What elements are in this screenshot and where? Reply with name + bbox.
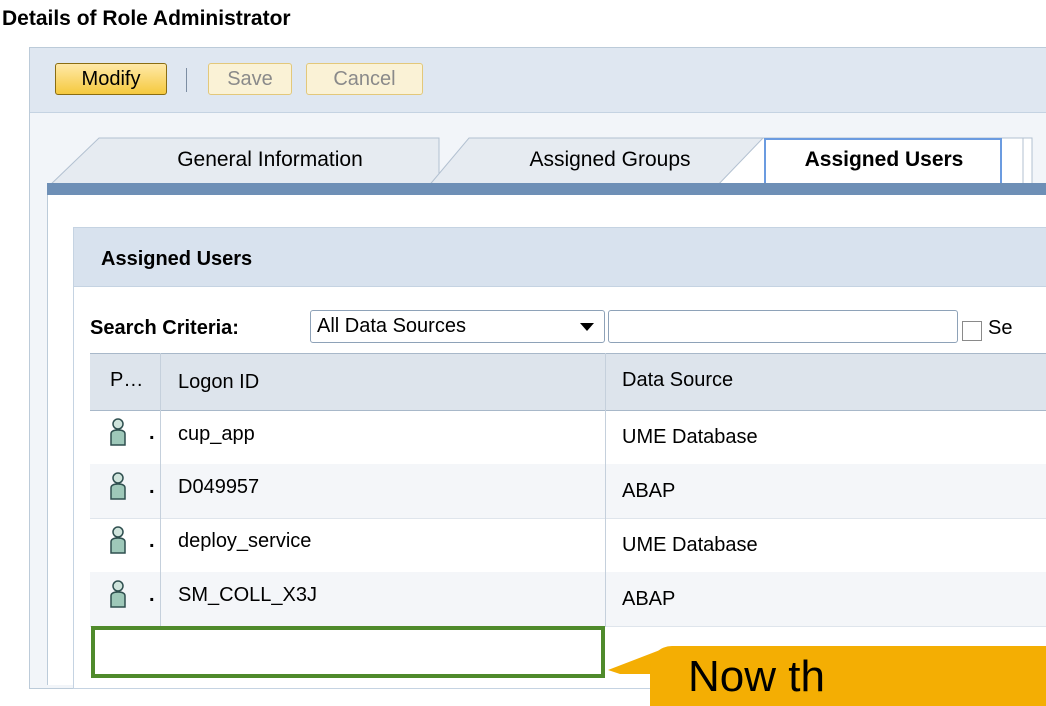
user-icon — [110, 472, 126, 500]
user-icon — [110, 526, 126, 554]
user-icon — [110, 418, 126, 446]
search-input[interactable] — [608, 310, 958, 343]
cancel-button[interactable]: Cancel — [306, 63, 423, 95]
user-icon — [110, 580, 126, 608]
data-source-select[interactable]: All Data Sources — [310, 310, 605, 343]
logon-id-cell[interactable]: SM_COLL_X3J — [178, 584, 317, 607]
save-button[interactable]: Save — [208, 63, 292, 95]
tab-assigned-groups[interactable]: Assigned Groups — [470, 136, 750, 184]
dropdown-arrow-icon[interactable] — [580, 323, 594, 331]
page-title: Details of Role Administrator — [2, 7, 291, 30]
toolbar-separator — [186, 68, 187, 92]
column-header-p[interactable]: P… — [110, 369, 143, 392]
data-source-cell: ABAP — [622, 480, 676, 502]
search-option-label: Se — [988, 317, 1013, 339]
callout-text: Now th — [688, 652, 825, 701]
data-source-cell: UME Database — [622, 534, 758, 556]
logon-id-cell[interactable]: cup_app — [178, 423, 255, 446]
row-marker: . — [149, 422, 155, 444]
toolbar — [30, 48, 1046, 113]
section-title: Assigned Users — [101, 248, 253, 270]
modify-button[interactable]: Modify — [55, 63, 167, 95]
logon-id-cell[interactable]: deploy_service — [178, 530, 311, 553]
tab-assigned-users[interactable]: Assigned Users — [766, 136, 1002, 184]
search-criteria-label: Search Criteria: — [90, 317, 239, 339]
row-marker: . — [149, 530, 155, 552]
row-marker: . — [149, 476, 155, 498]
data-source-cell: UME Database — [622, 426, 758, 448]
logon-id-cell[interactable]: D049957 — [178, 476, 259, 499]
tab-general-information[interactable]: General Information — [120, 136, 420, 184]
column-header-data-source[interactable]: Data Source — [622, 369, 733, 392]
data-source-cell: ABAP — [622, 588, 676, 610]
column-header-logon-id[interactable]: Logon ID — [178, 371, 259, 394]
search-option-checkbox[interactable] — [962, 321, 982, 341]
row-marker: . — [149, 584, 155, 606]
highlight-frame — [91, 626, 605, 678]
data-source-select-value: All Data Sources — [317, 315, 466, 337]
